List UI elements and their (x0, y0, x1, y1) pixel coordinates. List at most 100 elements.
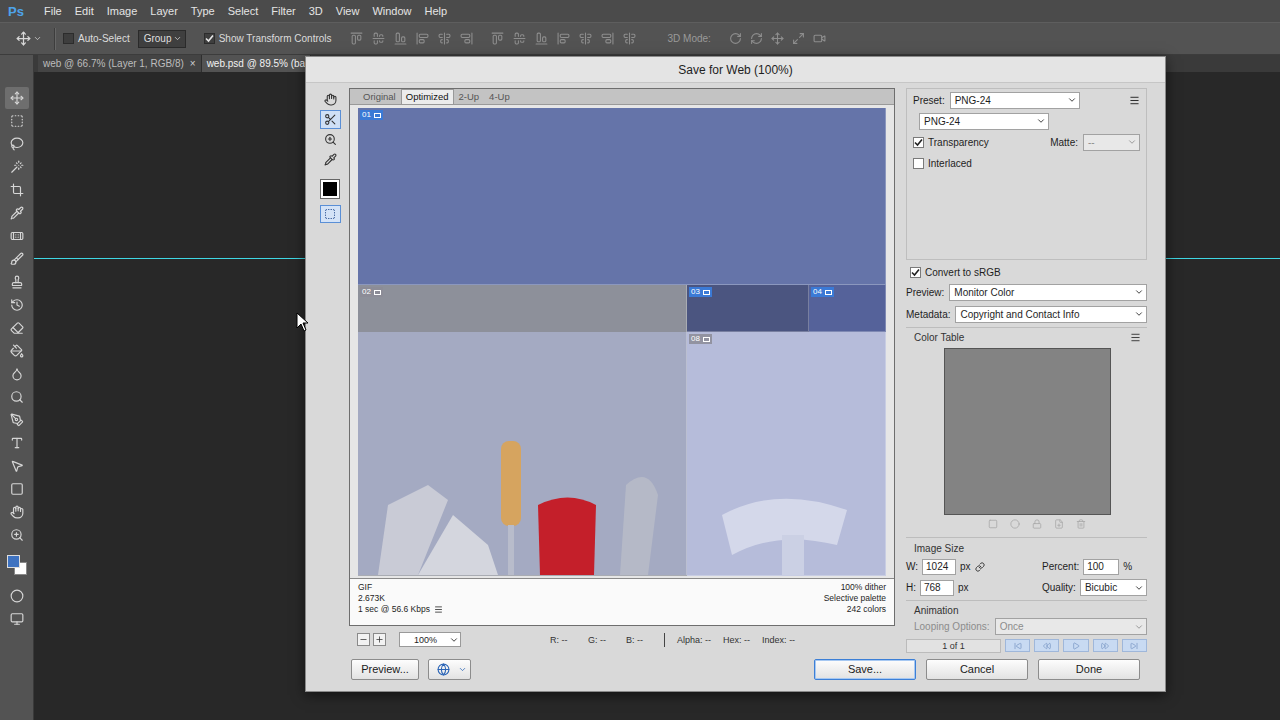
checkbox-box[interactable] (913, 137, 924, 148)
menu-item[interactable]: Edit (69, 0, 100, 22)
looping-select[interactable]: Once (995, 618, 1147, 635)
menu-item[interactable]: Type (185, 0, 221, 22)
slice[interactable]: 02 (358, 285, 687, 576)
foreground-color[interactable] (7, 555, 20, 568)
slice[interactable]: 03 (687, 285, 809, 332)
distribute-left-icon[interactable] (557, 32, 570, 45)
checkbox[interactable]: Transparency (913, 137, 989, 148)
zoom-in-button[interactable] (373, 633, 386, 646)
percent-input[interactable]: 100 (1083, 559, 1119, 575)
tool-button[interactable] (5, 455, 29, 477)
previous-frame-button[interactable] (1034, 639, 1059, 652)
document-tab[interactable]: web.psd @ 89.5% (ba (202, 55, 312, 72)
checkbox[interactable]: Convert to sRGB (910, 267, 1001, 278)
menu-item[interactable]: Image (101, 0, 144, 22)
toggle-slices-button[interactable] (320, 205, 341, 223)
tool-button[interactable] (5, 87, 29, 109)
quality-select[interactable]: Bicubic (1080, 579, 1147, 596)
menu-item[interactable]: 3D (303, 0, 329, 22)
tool-button[interactable] (5, 478, 29, 500)
tool-button[interactable] (5, 179, 29, 201)
distribute-middle-icon[interactable] (513, 32, 526, 45)
roll-3d-icon[interactable] (750, 32, 763, 45)
dialog-button[interactable]: Done (1038, 659, 1140, 680)
slice[interactable]: 04 (809, 285, 886, 332)
delete-color-icon[interactable] (1076, 519, 1086, 529)
tool-button[interactable] (5, 248, 29, 270)
transform-controls-checkbox[interactable]: Show Transform Controls (204, 33, 332, 44)
checkbox[interactable]: Interlaced (913, 158, 972, 169)
checkbox-box[interactable] (910, 267, 921, 278)
align-center-icon[interactable] (438, 32, 451, 45)
scale-3d-icon[interactable] (813, 32, 826, 45)
distribute-top-icon[interactable] (491, 32, 504, 45)
optimize-menu-icon[interactable] (1129, 95, 1140, 106)
color-swatches[interactable] (5, 553, 29, 577)
tool-button[interactable] (5, 340, 29, 362)
color-table[interactable] (944, 348, 1111, 515)
group-select[interactable]: Group (138, 30, 186, 48)
slice[interactable]: 08 (687, 332, 886, 576)
dialog-tool-button[interactable] (320, 90, 341, 109)
metadata-select[interactable]: Copyright and Contact Info (955, 306, 1147, 323)
tool-button[interactable] (5, 524, 29, 546)
view-tab[interactable]: 2-Up (454, 89, 485, 104)
shift-color-icon[interactable] (1010, 519, 1020, 529)
tool-button[interactable] (5, 294, 29, 316)
rotate-3d-icon[interactable] (729, 32, 742, 45)
zoom-level[interactable]: 100% (399, 632, 461, 647)
tool-button[interactable] (5, 432, 29, 454)
dialog-tool-button[interactable] (320, 110, 341, 129)
slice[interactable]: 01 (358, 108, 886, 285)
eyedropper-color[interactable] (321, 180, 339, 198)
document-tab[interactable]: web @ 66.7% (Layer 1, RGB/8)× (38, 55, 202, 72)
color-table-menu-icon[interactable] (1130, 332, 1141, 343)
lock-color-icon[interactable] (1032, 519, 1042, 529)
distribute-bottom-icon[interactable] (535, 32, 548, 45)
tool-button[interactable] (5, 156, 29, 178)
view-tab[interactable]: 4-Up (484, 89, 515, 104)
dialog-tool-button[interactable] (320, 130, 341, 149)
checkbox-box[interactable] (63, 33, 74, 44)
tab-close[interactable]: × (190, 58, 196, 69)
checkbox-box[interactable] (204, 33, 215, 44)
menu-item[interactable]: File (38, 0, 68, 22)
new-color-icon[interactable] (1054, 519, 1064, 529)
align-bottom-icon[interactable] (394, 32, 407, 45)
view-tab[interactable]: Original (358, 89, 401, 104)
dialog-button[interactable]: Cancel (926, 659, 1028, 680)
tool-button[interactable] (5, 409, 29, 431)
web-snap-icon[interactable] (988, 519, 998, 529)
tool-button[interactable] (5, 110, 29, 132)
tool-button[interactable] (5, 386, 29, 408)
align-right-icon[interactable] (460, 32, 473, 45)
last-frame-button[interactable] (1122, 639, 1147, 652)
preview-button[interactable]: Preview... (351, 659, 419, 680)
constrain-link-icon[interactable] (975, 562, 985, 572)
tool-button[interactable] (5, 317, 29, 339)
format-select[interactable]: PNG-24 (919, 113, 1049, 130)
preset-select[interactable]: PNG-24 (950, 92, 1080, 109)
tool-button[interactable] (5, 501, 29, 523)
next-frame-button[interactable] (1093, 639, 1118, 652)
auto-align-icon[interactable] (623, 32, 636, 45)
screen-mode-button[interactable] (5, 608, 29, 630)
quick-mask-button[interactable] (5, 585, 29, 607)
menu-item[interactable]: Filter (265, 0, 301, 22)
dialog-button[interactable]: Save... (814, 659, 916, 680)
tool-button[interactable] (5, 202, 29, 224)
dialog-tool-button[interactable] (320, 150, 341, 169)
menu-item[interactable]: Layer (144, 0, 184, 22)
zoom-out-button[interactable] (357, 633, 370, 646)
preview-select[interactable]: Monitor Color (949, 284, 1147, 301)
tool-button[interactable] (5, 133, 29, 155)
image-preview[interactable]: 0102030408 (358, 108, 886, 576)
drag-3d-icon[interactable] (771, 32, 784, 45)
tool-button[interactable] (5, 271, 29, 293)
browser-select[interactable] (428, 659, 471, 680)
menu-item[interactable]: Help (419, 0, 454, 22)
download-speed-menu-icon[interactable] (434, 605, 443, 614)
matte-select[interactable]: -- (1083, 134, 1140, 151)
distribute-center-icon[interactable] (579, 32, 592, 45)
view-tab[interactable]: Optimized (401, 89, 454, 104)
